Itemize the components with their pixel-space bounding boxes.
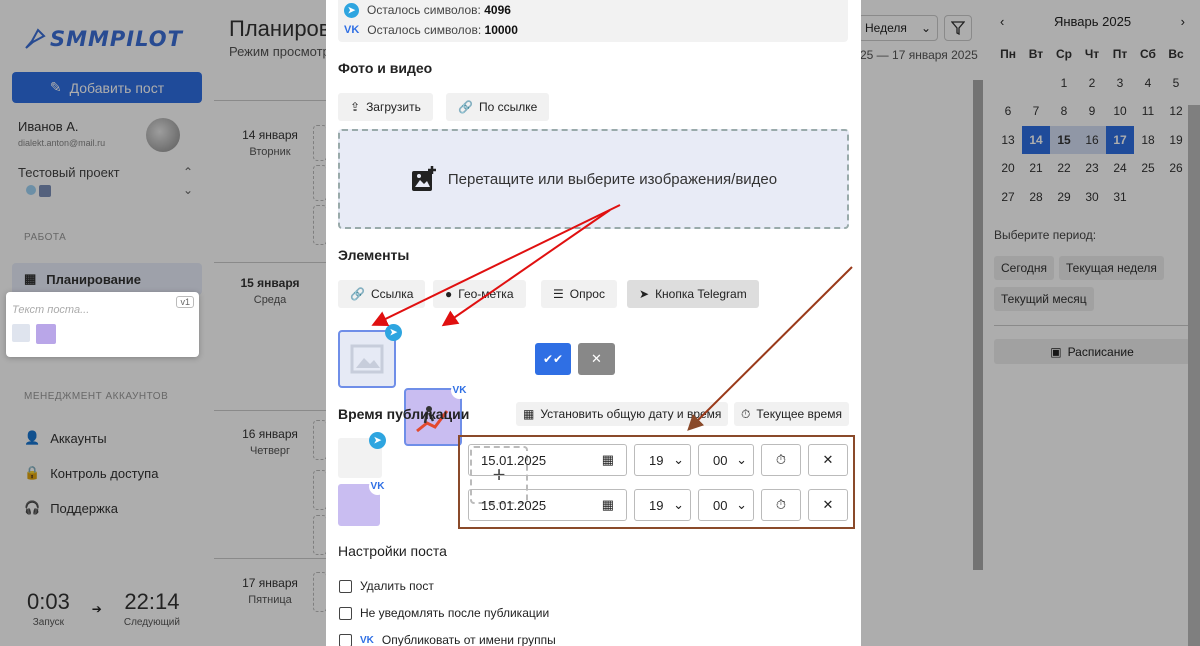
link-icon: 🔗 [458, 100, 473, 114]
media-thumb-telegram[interactable]: ➤ [338, 324, 402, 388]
discard-button[interactable]: ✕ [578, 343, 615, 375]
vk-badge-icon: VK [369, 478, 386, 495]
poll-icon: ☰ [553, 287, 564, 301]
close-icon: ✕ [591, 351, 602, 366]
calendar-icon: ▦ [601, 452, 614, 467]
telegram-badge-icon: ➤ [369, 432, 386, 449]
media-dropzone[interactable]: Перетащите или выберите изображения/виде… [338, 129, 849, 229]
telegram-icon: ➤ [344, 2, 359, 18]
link-icon: 🔗 [350, 287, 365, 301]
media-title: Фото и видео [338, 60, 433, 76]
double-check-icon: ✔✔ [542, 352, 564, 366]
confirm-button[interactable]: ✔✔ [535, 343, 571, 375]
stopwatch-icon: ⏱ [775, 497, 787, 512]
geo-button[interactable]: ● Гео-метка [433, 280, 526, 308]
option-no-notify[interactable]: Не уведомлять после публикации [339, 606, 549, 620]
quota-box: ➤ Осталось символов: 4096 VK Осталось си… [338, 0, 848, 42]
calendar-icon: ▦ [601, 497, 614, 512]
link-button[interactable]: 🔗 Ссылка [338, 280, 426, 308]
now-button-telegram[interactable]: ⏱ [761, 444, 801, 476]
vk-icon: VK [344, 24, 360, 36]
image-thumb [12, 324, 30, 342]
checkbox[interactable] [339, 633, 352, 646]
now-button-vk[interactable]: ⏱ [761, 489, 801, 521]
date-input-vk[interactable]: 15.01.2025 ▦ [468, 489, 627, 521]
stopwatch-icon: ⏱ [741, 406, 751, 421]
version-badge: v1 [176, 296, 194, 308]
dropzone-label: Перетащите или выберите изображения/виде… [447, 170, 778, 188]
telegram-badge-icon: ➤ [385, 324, 402, 341]
add-image-icon [411, 166, 436, 191]
minute-select-vk[interactable]: 00 ⌄ [698, 489, 754, 521]
upload-button[interactable]: ⇪ Загрузить [338, 93, 433, 121]
clear-button-vk[interactable]: ✕ [808, 489, 848, 521]
hour-select-vk[interactable]: 19 ⌄ [634, 489, 691, 521]
settings-title: Настройки поста [338, 543, 447, 559]
pub-time-title: Время публикации [338, 406, 470, 422]
send-icon: ➤ [639, 287, 650, 301]
option-delete[interactable]: Удалить пост [339, 579, 434, 593]
hour-select-telegram[interactable]: 19 ⌄ [634, 444, 691, 476]
chevron-down-icon: ⌄ [673, 452, 684, 467]
chevron-down-icon: ⌄ [673, 497, 684, 512]
checkbox[interactable] [339, 579, 352, 593]
chevron-down-icon: ⌄ [736, 452, 747, 467]
location-icon: ● [445, 287, 453, 301]
current-time-button[interactable]: ⏱ Текущее время [734, 402, 849, 426]
minute-select-telegram[interactable]: 00 ⌄ [698, 444, 754, 476]
row-thumb-vk: VK [338, 478, 386, 526]
vk-icon: VK [360, 634, 374, 646]
quota-telegram: ➤ Осталось символов: 4096 [344, 0, 848, 20]
stopwatch-icon: ⏱ [775, 452, 787, 467]
row-thumb-telegram: ➤ [338, 432, 386, 478]
checkbox[interactable] [339, 606, 352, 620]
post-text-placeholder: Текст поста... [12, 304, 90, 316]
by-link-button[interactable]: 🔗 По ссылке [446, 93, 550, 121]
upload-icon: ⇪ [350, 100, 361, 114]
elements-title: Элементы [338, 247, 410, 263]
telegram-button-button[interactable]: ➤ Кнопка Telegram [627, 280, 759, 308]
clear-button-telegram[interactable]: ✕ [808, 444, 848, 476]
set-common-button[interactable]: ▦ Установить общую дату и время [516, 402, 729, 426]
quota-vk: VK Осталось символов: 10000 [344, 23, 518, 37]
image-thumb [36, 324, 56, 344]
date-input-telegram[interactable]: 15.01.2025 ▦ [468, 444, 627, 476]
option-group[interactable]: VK Опубликовать от имени группы [339, 633, 556, 646]
vk-badge-icon: VK [451, 382, 468, 399]
image-placeholder-icon [350, 344, 384, 374]
poll-button[interactable]: ☰ Опрос [541, 280, 617, 308]
close-icon: ✕ [822, 452, 834, 467]
post-card[interactable]: v1 Текст поста... [6, 292, 199, 357]
calendar-icon: ▦ [523, 407, 535, 421]
close-icon: ✕ [822, 497, 834, 512]
chevron-down-icon: ⌄ [736, 497, 747, 512]
